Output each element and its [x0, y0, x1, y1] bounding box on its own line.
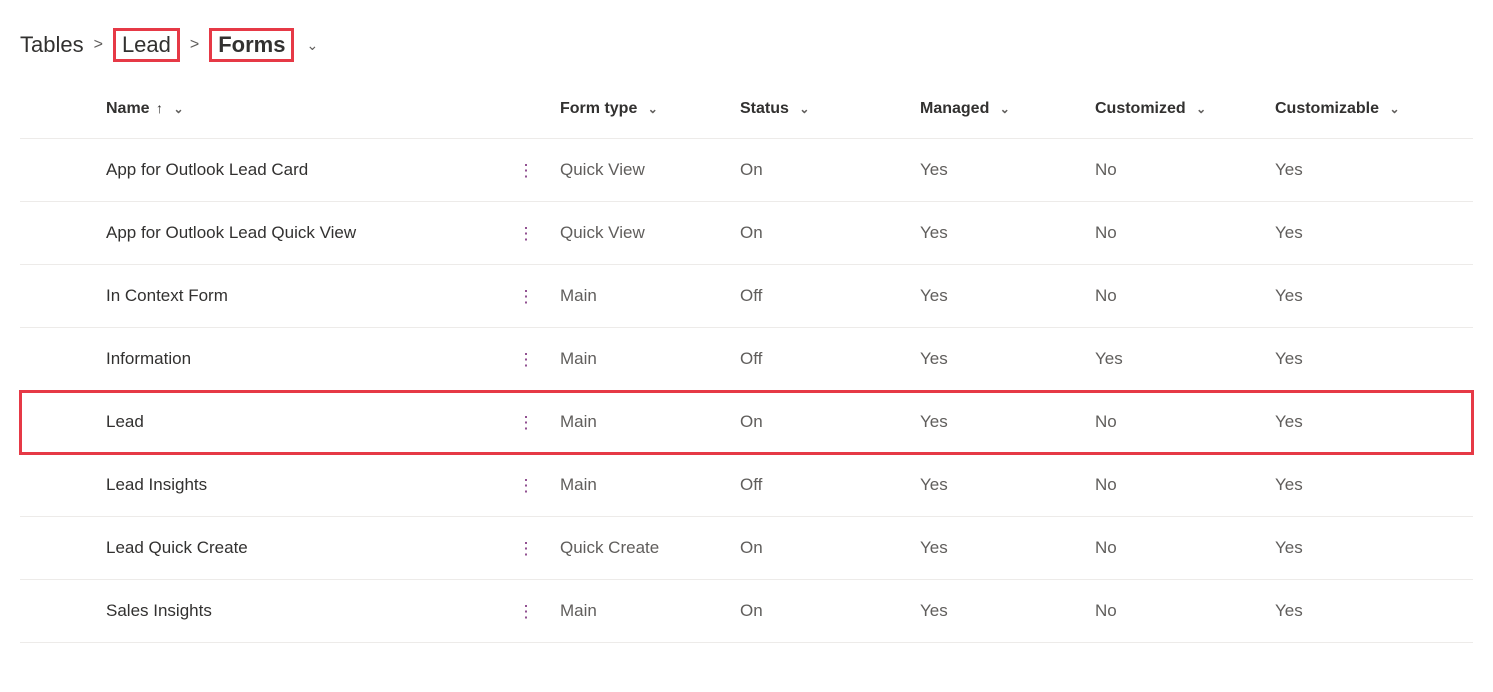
row-customizable: Yes [1275, 580, 1473, 643]
column-header-form-type[interactable]: Form type ⌄ [560, 80, 740, 139]
row-customized: No [1095, 517, 1275, 580]
row-managed: Yes [920, 265, 1095, 328]
table-header-row: Name ↑ ⌄ Form type ⌄ Status ⌄ Managed ⌄ … [20, 80, 1473, 139]
row-name[interactable]: Lead Insights [20, 454, 500, 517]
table-row[interactable]: In Context Form⋮MainOffYesNoYes [20, 265, 1473, 328]
row-managed: Yes [920, 517, 1095, 580]
column-header-status[interactable]: Status ⌄ [740, 80, 920, 139]
row-customizable: Yes [1275, 517, 1473, 580]
chevron-down-icon[interactable]: ⌄ [173, 102, 183, 116]
row-customized: Yes [1095, 328, 1275, 391]
row-managed: Yes [920, 139, 1095, 202]
chevron-down-icon[interactable]: ⌄ [799, 102, 809, 116]
more-actions-icon[interactable]: ⋮ [500, 454, 560, 517]
breadcrumb: Tables > Lead > Forms ⌄ [0, 0, 1493, 80]
sort-ascending-icon: ↑ [156, 100, 163, 116]
row-formType: Quick Create [560, 517, 740, 580]
breadcrumb-lead[interactable]: Lead [113, 28, 180, 62]
table-row[interactable]: Information⋮MainOffYesYesYes [20, 328, 1473, 391]
table-row[interactable]: Lead Quick Create⋮Quick CreateOnYesNoYes [20, 517, 1473, 580]
row-managed: Yes [920, 391, 1095, 454]
column-header-formtype-label: Form type [560, 100, 637, 117]
breadcrumb-forms[interactable]: Forms [209, 28, 294, 62]
row-formType: Quick View [560, 202, 740, 265]
column-header-name-label: Name [106, 100, 150, 117]
chevron-down-icon[interactable]: ⌄ [306, 37, 318, 54]
chevron-right-icon: > [188, 36, 201, 54]
chevron-down-icon[interactable]: ⌄ [1196, 102, 1206, 116]
row-name[interactable]: Sales Insights [20, 580, 500, 643]
column-header-actions [500, 80, 560, 139]
row-customizable: Yes [1275, 265, 1473, 328]
row-status: On [740, 517, 920, 580]
column-header-customized-label: Customized [1095, 100, 1186, 117]
row-customizable: Yes [1275, 328, 1473, 391]
table-row[interactable]: Sales Insights⋮MainOnYesNoYes [20, 580, 1473, 643]
row-managed: Yes [920, 328, 1095, 391]
row-name[interactable]: Information [20, 328, 500, 391]
chevron-down-icon[interactable]: ⌄ [648, 102, 658, 116]
column-header-status-label: Status [740, 100, 789, 117]
column-header-customizable-label: Customizable [1275, 100, 1379, 117]
row-formType: Main [560, 391, 740, 454]
row-status: Off [740, 328, 920, 391]
row-name[interactable]: Lead Quick Create [20, 517, 500, 580]
row-customizable: Yes [1275, 454, 1473, 517]
row-customized: No [1095, 391, 1275, 454]
row-customizable: Yes [1275, 139, 1473, 202]
more-actions-icon[interactable]: ⋮ [500, 517, 560, 580]
row-status: On [740, 139, 920, 202]
row-customizable: Yes [1275, 391, 1473, 454]
column-header-customized[interactable]: Customized ⌄ [1095, 80, 1275, 139]
row-customized: No [1095, 454, 1275, 517]
row-name[interactable]: Lead [20, 391, 500, 454]
column-header-managed[interactable]: Managed ⌄ [920, 80, 1095, 139]
table-row[interactable]: Lead⋮MainOnYesNoYes [20, 391, 1473, 454]
row-status: Off [740, 454, 920, 517]
chevron-down-icon[interactable]: ⌄ [1000, 102, 1010, 116]
row-formType: Quick View [560, 139, 740, 202]
row-formType: Main [560, 454, 740, 517]
row-managed: Yes [920, 454, 1095, 517]
row-name[interactable]: App for Outlook Lead Quick View [20, 202, 500, 265]
breadcrumb-tables[interactable]: Tables [20, 32, 84, 58]
row-status: Off [740, 265, 920, 328]
more-actions-icon[interactable]: ⋮ [500, 580, 560, 643]
row-customized: No [1095, 139, 1275, 202]
row-name[interactable]: App for Outlook Lead Card [20, 139, 500, 202]
more-actions-icon[interactable]: ⋮ [500, 139, 560, 202]
more-actions-icon[interactable]: ⋮ [500, 391, 560, 454]
table-row[interactable]: App for Outlook Lead Card⋮Quick ViewOnYe… [20, 139, 1473, 202]
more-actions-icon[interactable]: ⋮ [500, 265, 560, 328]
row-customized: No [1095, 202, 1275, 265]
column-header-customizable[interactable]: Customizable ⌄ [1275, 80, 1473, 139]
more-actions-icon[interactable]: ⋮ [500, 202, 560, 265]
row-status: On [740, 580, 920, 643]
table-row[interactable]: Lead Insights⋮MainOffYesNoYes [20, 454, 1473, 517]
row-status: On [740, 391, 920, 454]
column-header-name[interactable]: Name ↑ ⌄ [20, 80, 500, 139]
row-customizable: Yes [1275, 202, 1473, 265]
chevron-down-icon[interactable]: ⌄ [1389, 102, 1399, 116]
row-customized: No [1095, 265, 1275, 328]
chevron-right-icon: > [92, 36, 105, 54]
row-customized: No [1095, 580, 1275, 643]
row-name[interactable]: In Context Form [20, 265, 500, 328]
forms-table: Name ↑ ⌄ Form type ⌄ Status ⌄ Managed ⌄ … [20, 80, 1473, 643]
row-managed: Yes [920, 202, 1095, 265]
column-header-managed-label: Managed [920, 100, 989, 117]
table-row[interactable]: App for Outlook Lead Quick View⋮Quick Vi… [20, 202, 1473, 265]
row-status: On [740, 202, 920, 265]
row-formType: Main [560, 328, 740, 391]
row-managed: Yes [920, 580, 1095, 643]
row-formType: Main [560, 580, 740, 643]
more-actions-icon[interactable]: ⋮ [500, 328, 560, 391]
row-formType: Main [560, 265, 740, 328]
